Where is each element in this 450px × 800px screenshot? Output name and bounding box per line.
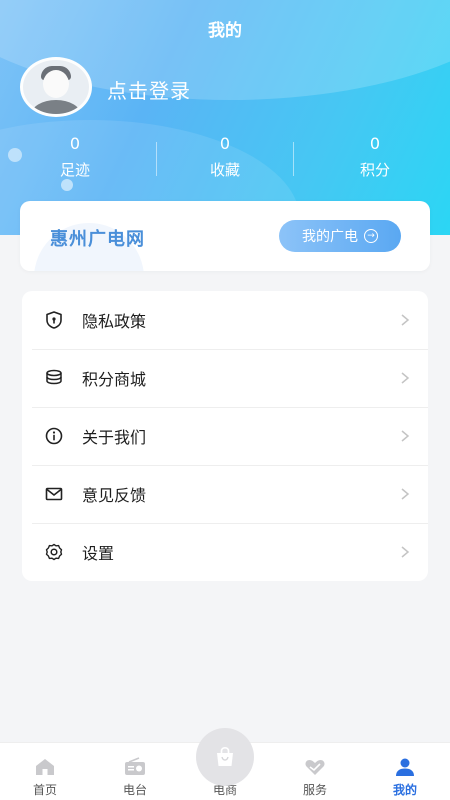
tab-services[interactable]: 服务	[270, 743, 360, 800]
stat-label: 积分	[359, 161, 390, 179]
stat-value: 0	[369, 134, 381, 153]
menu-item-about-us[interactable]: 关于我们	[22, 407, 428, 465]
stat-value: 0	[69, 134, 81, 153]
brand-name: 惠州广电网	[50, 229, 145, 250]
menu-item-label: 关于我们	[82, 428, 147, 447]
tab-label: 电台	[122, 783, 147, 797]
menu-item-points-mall[interactable]: 积分商城	[22, 349, 428, 407]
stat-points[interactable]: 0 积分	[300, 134, 450, 184]
menu-item-label: 隐私政策	[82, 312, 147, 331]
info-icon	[45, 427, 63, 445]
mail-icon	[45, 487, 63, 501]
stat-label: 足迹	[59, 161, 90, 179]
chevron-right-icon	[401, 546, 410, 558]
home-icon	[36, 759, 54, 775]
brand-card: 惠州广电网 我的广电 →	[20, 201, 430, 271]
tab-mine[interactable]: 我的	[360, 743, 450, 800]
shield-icon	[46, 311, 62, 329]
stat-value: 0	[219, 134, 231, 153]
login-link[interactable]: 点击登录	[107, 75, 191, 104]
radio-icon	[125, 757, 145, 775]
gear-icon	[45, 543, 63, 561]
ecommerce-center-button[interactable]	[196, 728, 254, 786]
avatar[interactable]	[20, 57, 92, 117]
stat-favorites[interactable]: 0 收藏	[150, 134, 300, 184]
menu-item-settings[interactable]: 设置	[22, 523, 428, 581]
menu-item-label: 意见反馈	[82, 486, 147, 505]
chevron-right-icon	[401, 314, 410, 326]
menu-item-label: 积分商城	[82, 370, 147, 389]
settings-menu: 隐私政策 积分商城 关于我们 意见反馈 设置	[22, 291, 428, 581]
tab-label: 我的	[392, 783, 417, 797]
tab-home[interactable]: 首页	[0, 743, 90, 800]
tab-label: 首页	[32, 783, 57, 797]
stats-row: 0 足迹 0 收藏 0 积分	[0, 134, 450, 184]
page-title: 我的	[208, 21, 242, 41]
chevron-right-icon	[401, 488, 410, 500]
stat-divider	[293, 142, 294, 176]
menu-item-privacy-policy[interactable]: 隐私政策	[22, 291, 428, 349]
tab-label: 服务	[302, 783, 327, 797]
my-broadcast-button[interactable]: 我的广电 →	[279, 220, 401, 252]
shopping-bag-icon	[217, 746, 233, 766]
tab-radio[interactable]: 电台	[90, 743, 180, 800]
my-broadcast-button-label: 我的广电	[302, 229, 358, 245]
service-icon	[305, 760, 325, 775]
chevron-right-icon	[401, 430, 410, 442]
stat-label: 收藏	[209, 161, 240, 179]
user-icon	[396, 758, 414, 776]
stat-footprints[interactable]: 0 足迹	[0, 134, 150, 184]
menu-item-feedback[interactable]: 意见反馈	[22, 465, 428, 523]
chevron-right-icon	[401, 372, 410, 384]
coins-icon	[46, 369, 62, 385]
menu-item-label: 设置	[82, 544, 115, 563]
arrow-right-circle-icon: →	[364, 229, 378, 243]
